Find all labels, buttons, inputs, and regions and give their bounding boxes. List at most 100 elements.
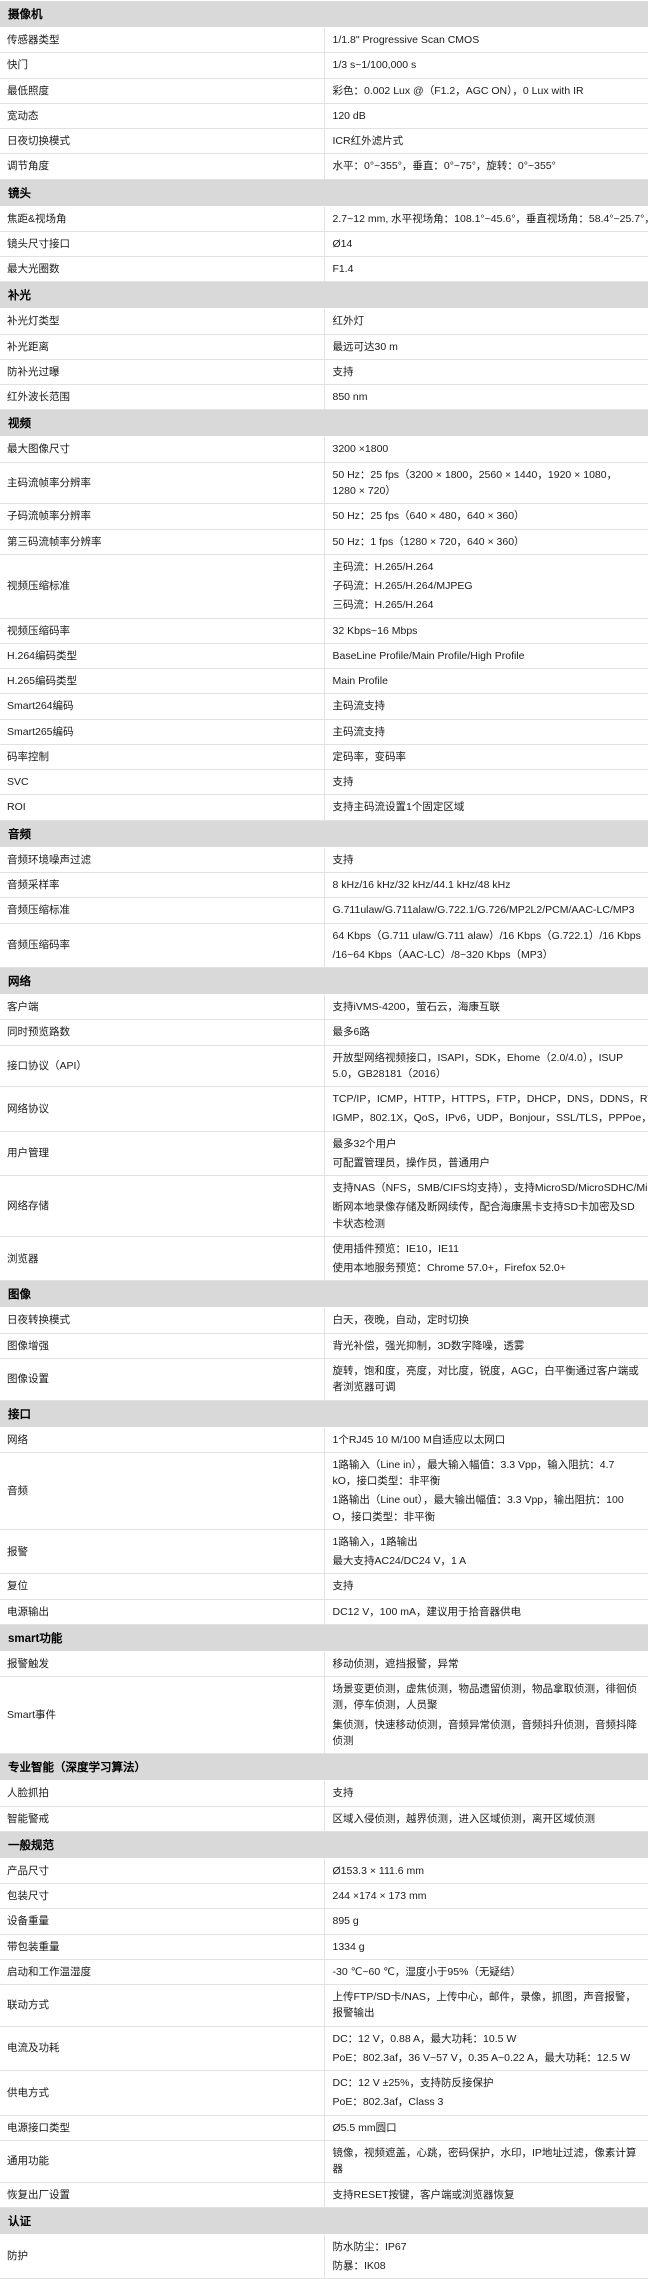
- spec-value: Ø153.3 × 111.6 mm: [324, 1858, 648, 1885]
- spec-label: 设备重量: [0, 1908, 325, 1935]
- spec-row: 最低照度 彩色：0.002 Lux @（F1.2，AGC ON），0 Lux wi…: [0, 78, 648, 104]
- spec-value-line: 使用插件预览：IE10，IE11: [332, 1242, 459, 1255]
- spec-value: 850 nm: [324, 384, 648, 411]
- spec-value: Main Profile: [324, 668, 648, 695]
- spec-value-line: 上传FTP/SD卡/NAS，上传中心，邮件，录像，抓图，声音报警，报警输出: [332, 1991, 636, 2020]
- spec-value-line: 开放型网络视频接口，ISAPI，SDK，Ehome（2.0/4.0），ISUP …: [332, 1051, 623, 1080]
- spec-value-line: -30 ℃~60 ℃，湿度小于95%（无疑结）: [332, 1965, 521, 1978]
- spec-value: 支持: [324, 847, 648, 873]
- spec-value: 定码率，变码率: [324, 744, 648, 771]
- spec-value-line: /16~64 Kbps（AAC-LC）/8~320 Kbps（MP3）: [332, 948, 554, 961]
- spec-value-line: 主码流支持: [332, 725, 386, 738]
- spec-value: 895 g: [324, 1908, 648, 1935]
- section-title: 音频: [0, 819, 648, 848]
- spec-value-line: 背光补偿，强光抑制，3D数字降噪，透雾: [332, 1339, 525, 1352]
- spec-row: 红外波长范围 850 nm: [0, 384, 648, 411]
- spec-row: 人脸抓拍 支持: [0, 1780, 648, 1807]
- spec-row: 日夜转换模式 白天，夜晚，自动，定时切换: [0, 1307, 648, 1334]
- section-header-row: 补光: [0, 281, 648, 310]
- spec-value-line: 旋转，饱和度，亮度，对比度，锐度，AGC，白平衡通过客户端或者浏览器可调: [332, 1365, 639, 1394]
- section-title: 补光: [0, 281, 648, 310]
- spec-row: 音频采样率 8 kHz/16 kHz/32 kHz/44.1 kHz/48 kHz: [0, 872, 648, 899]
- section-title: smart功能: [0, 1623, 648, 1652]
- section-title: 接口: [0, 1399, 648, 1428]
- spec-value-line: 子码流：H.265/H.264/MJPEG: [332, 580, 473, 593]
- spec-row: 防护 防水防尘：IP67 防暴：IK08: [0, 2234, 648, 2279]
- spec-row: 复位 支持: [0, 1573, 648, 1600]
- spec-value: 50 Hz：25 fps（640 × 480，640 × 360）: [324, 503, 648, 530]
- spec-label: 调节角度: [0, 153, 325, 180]
- spec-row: 快门 1/3 s~1/100,000 s: [0, 52, 648, 79]
- spec-label: 电源接口类型: [0, 2115, 325, 2141]
- spec-label: 音频环境噪声过滤: [0, 847, 325, 873]
- spec-value: 支持RESET按键，客户端或浏览器恢复: [324, 2182, 648, 2208]
- spec-label: H.265编码类型: [0, 668, 325, 695]
- section-header-row: 一般规范: [0, 1830, 648, 1859]
- section-header-row: 摄像机: [0, 0, 648, 28]
- spec-value: G.711ulaw/G.711alaw/G.722.1/G.726/MP2L2/…: [324, 897, 648, 924]
- spec-value-line: 区域入侵侦测，越界侦测，进入区域侦测，离开区域侦测: [332, 1812, 596, 1825]
- spec-value: 水平：0°~355°，垂直：0°~75°，旋转：0°~355°: [324, 153, 648, 180]
- spec-row: 设备重量 895 g: [0, 1908, 648, 1935]
- spec-label: Smart事件: [0, 1676, 325, 1755]
- spec-label: H.264编码类型: [0, 643, 325, 670]
- spec-row: 调节角度 水平：0°~355°，垂直：0°~75°，旋转：0°~355°: [0, 153, 648, 180]
- spec-label: 客户端: [0, 994, 325, 1021]
- spec-value-line: 场景变更侦测，虚焦侦测，物品遗留侦测，物品拿取侦测，徘徊侦测，停车侦测，人员聚: [332, 1683, 638, 1712]
- spec-value-line: 移动侦测，遮挡报警，异常: [332, 1657, 459, 1670]
- section-header-row: 图像: [0, 1280, 648, 1309]
- spec-row: 图像设置 旋转，饱和度，亮度，对比度，锐度，AGC，白平衡通过客户端或者浏览器可调: [0, 1358, 648, 1401]
- spec-value: 1334 g: [324, 1934, 648, 1960]
- spec-value-line: 50 Hz：25 fps（3200 × 1800，2560 × 1440，192…: [332, 468, 618, 497]
- section-title: 摄像机: [0, 0, 648, 28]
- spec-value-line: 最大支持AC24/DC24 V，1 A: [332, 1555, 467, 1568]
- spec-label: 音频采样率: [0, 872, 325, 899]
- spec-label: 镜头尺寸接口: [0, 231, 325, 258]
- spec-label: 报警: [0, 1529, 325, 1575]
- spec-value: Ø14: [324, 231, 648, 258]
- spec-label: 第三码流帧率分辨率: [0, 529, 325, 555]
- spec-value-line: F1.4: [332, 263, 354, 276]
- spec-label: 同时预览路数: [0, 1019, 325, 1046]
- spec-value-line: 支持NAS（NFS，SMB/CIFS均支持），支持MicroSD/MicroSD…: [332, 1182, 648, 1195]
- spec-value: 最多6路: [324, 1019, 648, 1046]
- section-title: 镜头: [0, 178, 648, 207]
- spec-value: 1/1.8" Progressive Scan CMOS: [324, 27, 648, 54]
- spec-value-line: 使用本地服务预览：Chrome 57.0+，Firefox 52.0+: [332, 1262, 566, 1275]
- spec-label: 接口协议（API）: [0, 1045, 325, 1088]
- spec-label: 最大图像尺寸: [0, 436, 325, 463]
- spec-row: SVC 支持: [0, 769, 648, 796]
- spec-value-line: 支持: [332, 776, 354, 789]
- spec-value: 主码流：H.265/H.264 子码流：H.265/H.264/MJPEG 三码流：…: [324, 554, 648, 619]
- spec-value-line: 1路输入（Line in），最大输入幅值：3.3 Vpp，输入阻抗：4.7 kO…: [332, 1458, 615, 1488]
- spec-value: 1路输入，1路输出 最大支持AC24/DC24 V，1 A: [324, 1529, 648, 1575]
- spec-row: 电流及功耗 DC：12 V，0.88 A，最大功耗：10.5 W PoE：802.3…: [0, 2026, 648, 2072]
- section-header-row: 网络: [0, 967, 648, 996]
- spec-label: 产品尺寸: [0, 1858, 325, 1885]
- spec-label: 浏览器: [0, 1236, 325, 1282]
- spec-value-line: 895 g: [332, 1915, 359, 1928]
- spec-row: 子码流帧率分辨率 50 Hz：25 fps（640 × 480，640 × 360…: [0, 503, 648, 530]
- spec-row: 音频环境噪声过滤 支持: [0, 847, 648, 873]
- spec-row: 接口协议（API） 开放型网络视频接口，ISAPI，SDK，Ehome（2.0/4…: [0, 1045, 648, 1088]
- spec-row: 传感器类型 1/1.8" Progressive Scan CMOS: [0, 27, 648, 54]
- spec-value-line: PoE：802.3af，Class 3: [332, 2096, 444, 2109]
- section-title: 视频: [0, 409, 648, 438]
- spec-row: 音频压缩标准 G.711ulaw/G.711alaw/G.722.1/G.726/…: [0, 897, 648, 924]
- spec-label: 电源输出: [0, 1599, 325, 1625]
- spec-value-line: 50 Hz：25 fps（640 × 480，640 × 360）: [332, 510, 525, 523]
- spec-value-line: 3200 ×1800: [332, 443, 389, 456]
- spec-row: 视频压缩码率 32 Kbps~16 Mbps: [0, 618, 648, 644]
- spec-value-line: 最多32个用户: [332, 1137, 397, 1150]
- spec-value: -30 ℃~60 ℃，湿度小于95%（无疑结）: [324, 1959, 648, 1986]
- spec-label: 视频压缩标准: [0, 554, 325, 619]
- spec-value: 最远可达30 m: [324, 334, 648, 360]
- spec-value: DC12 V，100 mA，建议用于拾音器供电: [324, 1599, 648, 1625]
- spec-row: 音频 1路输入（Line in），最大输入幅值：3.3 Vpp，输入阻抗：4.7 …: [0, 1452, 648, 1530]
- section-title: 认证: [0, 2206, 648, 2235]
- spec-value: 2.7~12 mm, 水平视场角：108.1°~45.6°，垂直视场角：58.4…: [324, 206, 648, 232]
- spec-value-line: DC12 V，100 mA，建议用于拾音器供电: [332, 1605, 521, 1618]
- spec-label: 人脸抓拍: [0, 1780, 325, 1807]
- spec-row: 报警触发 移动侦测，遮挡报警，异常: [0, 1651, 648, 1678]
- spec-value-line: 1/1.8" Progressive Scan CMOS: [332, 34, 480, 46]
